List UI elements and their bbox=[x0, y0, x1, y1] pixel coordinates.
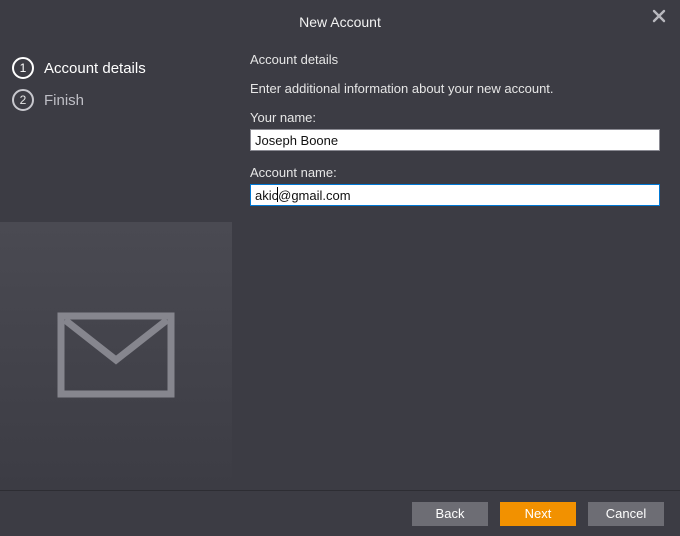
step-account-details[interactable]: 1 Account details bbox=[12, 52, 220, 84]
dialog-title: New Account bbox=[299, 14, 381, 30]
dialog-footer: Back Next Cancel bbox=[0, 490, 680, 536]
wizard-sidebar: 1 Account details 2 Finish bbox=[0, 34, 232, 490]
wizard-content: Account details Enter additional informa… bbox=[232, 34, 680, 490]
sidebar-illustration bbox=[0, 222, 232, 490]
your-name-label: Your name: bbox=[250, 110, 662, 125]
instruction-text: Enter additional information about your … bbox=[250, 81, 662, 96]
close-button[interactable] bbox=[648, 6, 670, 28]
dialog-body: 1 Account details 2 Finish Account deta bbox=[0, 34, 680, 490]
account-name-label: Account name: bbox=[250, 165, 662, 180]
next-button[interactable]: Next bbox=[500, 502, 576, 526]
cancel-button[interactable]: Cancel bbox=[588, 502, 664, 526]
step-label: Account details bbox=[44, 60, 146, 77]
account-name-input[interactable] bbox=[250, 184, 660, 206]
wizard-steps: 1 Account details 2 Finish bbox=[0, 34, 232, 116]
step-number: 1 bbox=[12, 57, 34, 79]
dialog-header: New Account bbox=[0, 0, 680, 34]
your-name-input[interactable] bbox=[250, 129, 660, 151]
step-finish[interactable]: 2 Finish bbox=[12, 84, 220, 116]
close-icon bbox=[652, 9, 666, 26]
step-label: Finish bbox=[44, 92, 84, 109]
mail-icon bbox=[57, 312, 175, 401]
step-number: 2 bbox=[12, 89, 34, 111]
new-account-dialog: New Account 1 Account details 2 Finish bbox=[0, 0, 680, 536]
your-name-field-block: Your name: bbox=[250, 110, 662, 151]
account-name-field-block: Account name: bbox=[250, 165, 662, 206]
section-heading: Account details bbox=[250, 52, 662, 67]
back-button[interactable]: Back bbox=[412, 502, 488, 526]
